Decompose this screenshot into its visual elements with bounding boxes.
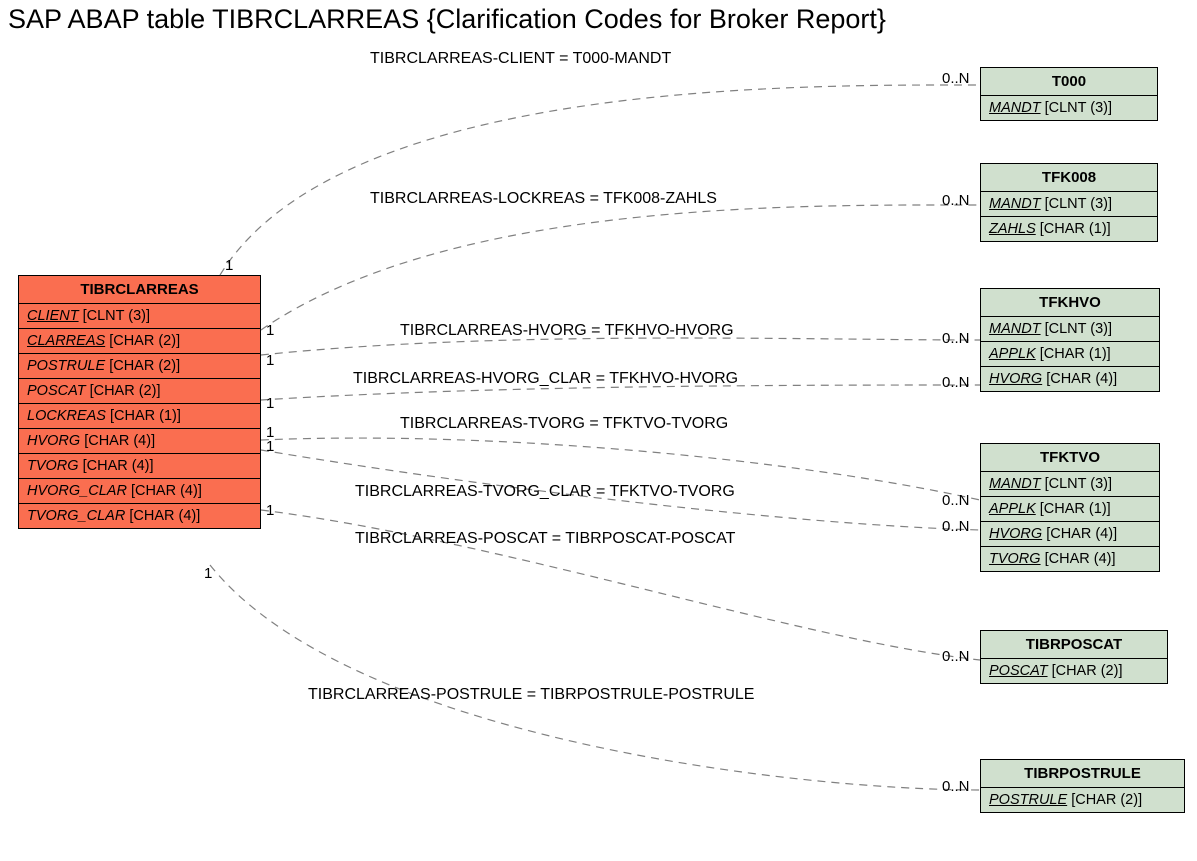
cardinality-right: 0..N bbox=[942, 518, 970, 535]
field-row: POSTRULE [CHAR (2)] bbox=[981, 788, 1184, 812]
field-row: HVORG [CHAR (4)] bbox=[981, 522, 1159, 547]
cardinality-left: 1 bbox=[225, 257, 233, 274]
entity-header: TFKTVO bbox=[981, 444, 1159, 472]
entity-header: T000 bbox=[981, 68, 1157, 96]
field-row: MANDT [CLNT (3)] bbox=[981, 192, 1157, 217]
edge-label: TIBRCLARREAS-LOCKREAS = TFK008-ZAHLS bbox=[370, 190, 717, 208]
cardinality-right: 0..N bbox=[942, 70, 970, 87]
edge-label: TIBRCLARREAS-TVORG_CLAR = TFKTVO-TVORG bbox=[355, 483, 735, 501]
field-row: TVORG [CHAR (4)] bbox=[981, 547, 1159, 571]
edge-label: TIBRCLARREAS-CLIENT = T000-MANDT bbox=[370, 50, 671, 68]
cardinality-right: 0..N bbox=[942, 648, 970, 665]
field-row: LOCKREAS [CHAR (1)] bbox=[19, 404, 260, 429]
cardinality-left: 1 bbox=[266, 352, 274, 369]
field-row: TVORG [CHAR (4)] bbox=[19, 454, 260, 479]
field-row: MANDT [CLNT (3)] bbox=[981, 472, 1159, 497]
entity-header: TFKHVO bbox=[981, 289, 1159, 317]
entity-header: TIBRPOSCAT bbox=[981, 631, 1167, 659]
edge-label: TIBRCLARREAS-POSTRULE = TIBRPOSTRULE-POS… bbox=[308, 686, 754, 704]
entity-header: TIBRPOSTRULE bbox=[981, 760, 1184, 788]
entity-tfkhvo: TFKHVO MANDT [CLNT (3)] APPLK [CHAR (1)]… bbox=[980, 288, 1160, 392]
cardinality-right: 0..N bbox=[942, 330, 970, 347]
field-row: CLARREAS [CHAR (2)] bbox=[19, 329, 260, 354]
field-row: POSCAT [CHAR (2)] bbox=[981, 659, 1167, 683]
cardinality-right: 0..N bbox=[942, 192, 970, 209]
entity-tfk008: TFK008 MANDT [CLNT (3)] ZAHLS [CHAR (1)] bbox=[980, 163, 1158, 242]
field-row: MANDT [CLNT (3)] bbox=[981, 96, 1157, 120]
cardinality-left: 1 bbox=[204, 565, 212, 582]
entity-tibrposcat: TIBRPOSCAT POSCAT [CHAR (2)] bbox=[980, 630, 1168, 684]
edge-label: TIBRCLARREAS-POSCAT = TIBRPOSCAT-POSCAT bbox=[355, 530, 735, 548]
entity-header: TIBRCLARREAS bbox=[19, 276, 260, 304]
field-row: HVORG [CHAR (4)] bbox=[19, 429, 260, 454]
entity-tibrpostrule: TIBRPOSTRULE POSTRULE [CHAR (2)] bbox=[980, 759, 1185, 813]
diagram-title: SAP ABAP table TIBRCLARREAS {Clarificati… bbox=[8, 4, 886, 35]
cardinality-left: 1 bbox=[266, 395, 274, 412]
edge-label: TIBRCLARREAS-TVORG = TFKTVO-TVORG bbox=[400, 415, 728, 433]
field-row: CLIENT [CLNT (3)] bbox=[19, 304, 260, 329]
cardinality-right: 0..N bbox=[942, 492, 970, 509]
entity-header: TFK008 bbox=[981, 164, 1157, 192]
field-row: POSTRULE [CHAR (2)] bbox=[19, 354, 260, 379]
field-row: HVORG_CLAR [CHAR (4)] bbox=[19, 479, 260, 504]
field-row: APPLK [CHAR (1)] bbox=[981, 342, 1159, 367]
field-row: HVORG [CHAR (4)] bbox=[981, 367, 1159, 391]
field-row: MANDT [CLNT (3)] bbox=[981, 317, 1159, 342]
field-row: APPLK [CHAR (1)] bbox=[981, 497, 1159, 522]
edge-label: TIBRCLARREAS-HVORG = TFKHVO-HVORG bbox=[400, 322, 734, 340]
entity-tfktvo: TFKTVO MANDT [CLNT (3)] APPLK [CHAR (1)]… bbox=[980, 443, 1160, 572]
cardinality-left: 1 bbox=[266, 322, 274, 339]
cardinality-left: 1 bbox=[266, 438, 274, 455]
entity-t000: T000 MANDT [CLNT (3)] bbox=[980, 67, 1158, 121]
cardinality-left: 1 bbox=[266, 502, 274, 519]
field-row: ZAHLS [CHAR (1)] bbox=[981, 217, 1157, 241]
edge-label: TIBRCLARREAS-HVORG_CLAR = TFKHVO-HVORG bbox=[353, 370, 738, 388]
field-row: POSCAT [CHAR (2)] bbox=[19, 379, 260, 404]
field-row: TVORG_CLAR [CHAR (4)] bbox=[19, 504, 260, 528]
cardinality-right: 0..N bbox=[942, 778, 970, 795]
entity-tibrclarreas: TIBRCLARREAS CLIENT [CLNT (3)] CLARREAS … bbox=[18, 275, 261, 529]
cardinality-right: 0..N bbox=[942, 374, 970, 391]
